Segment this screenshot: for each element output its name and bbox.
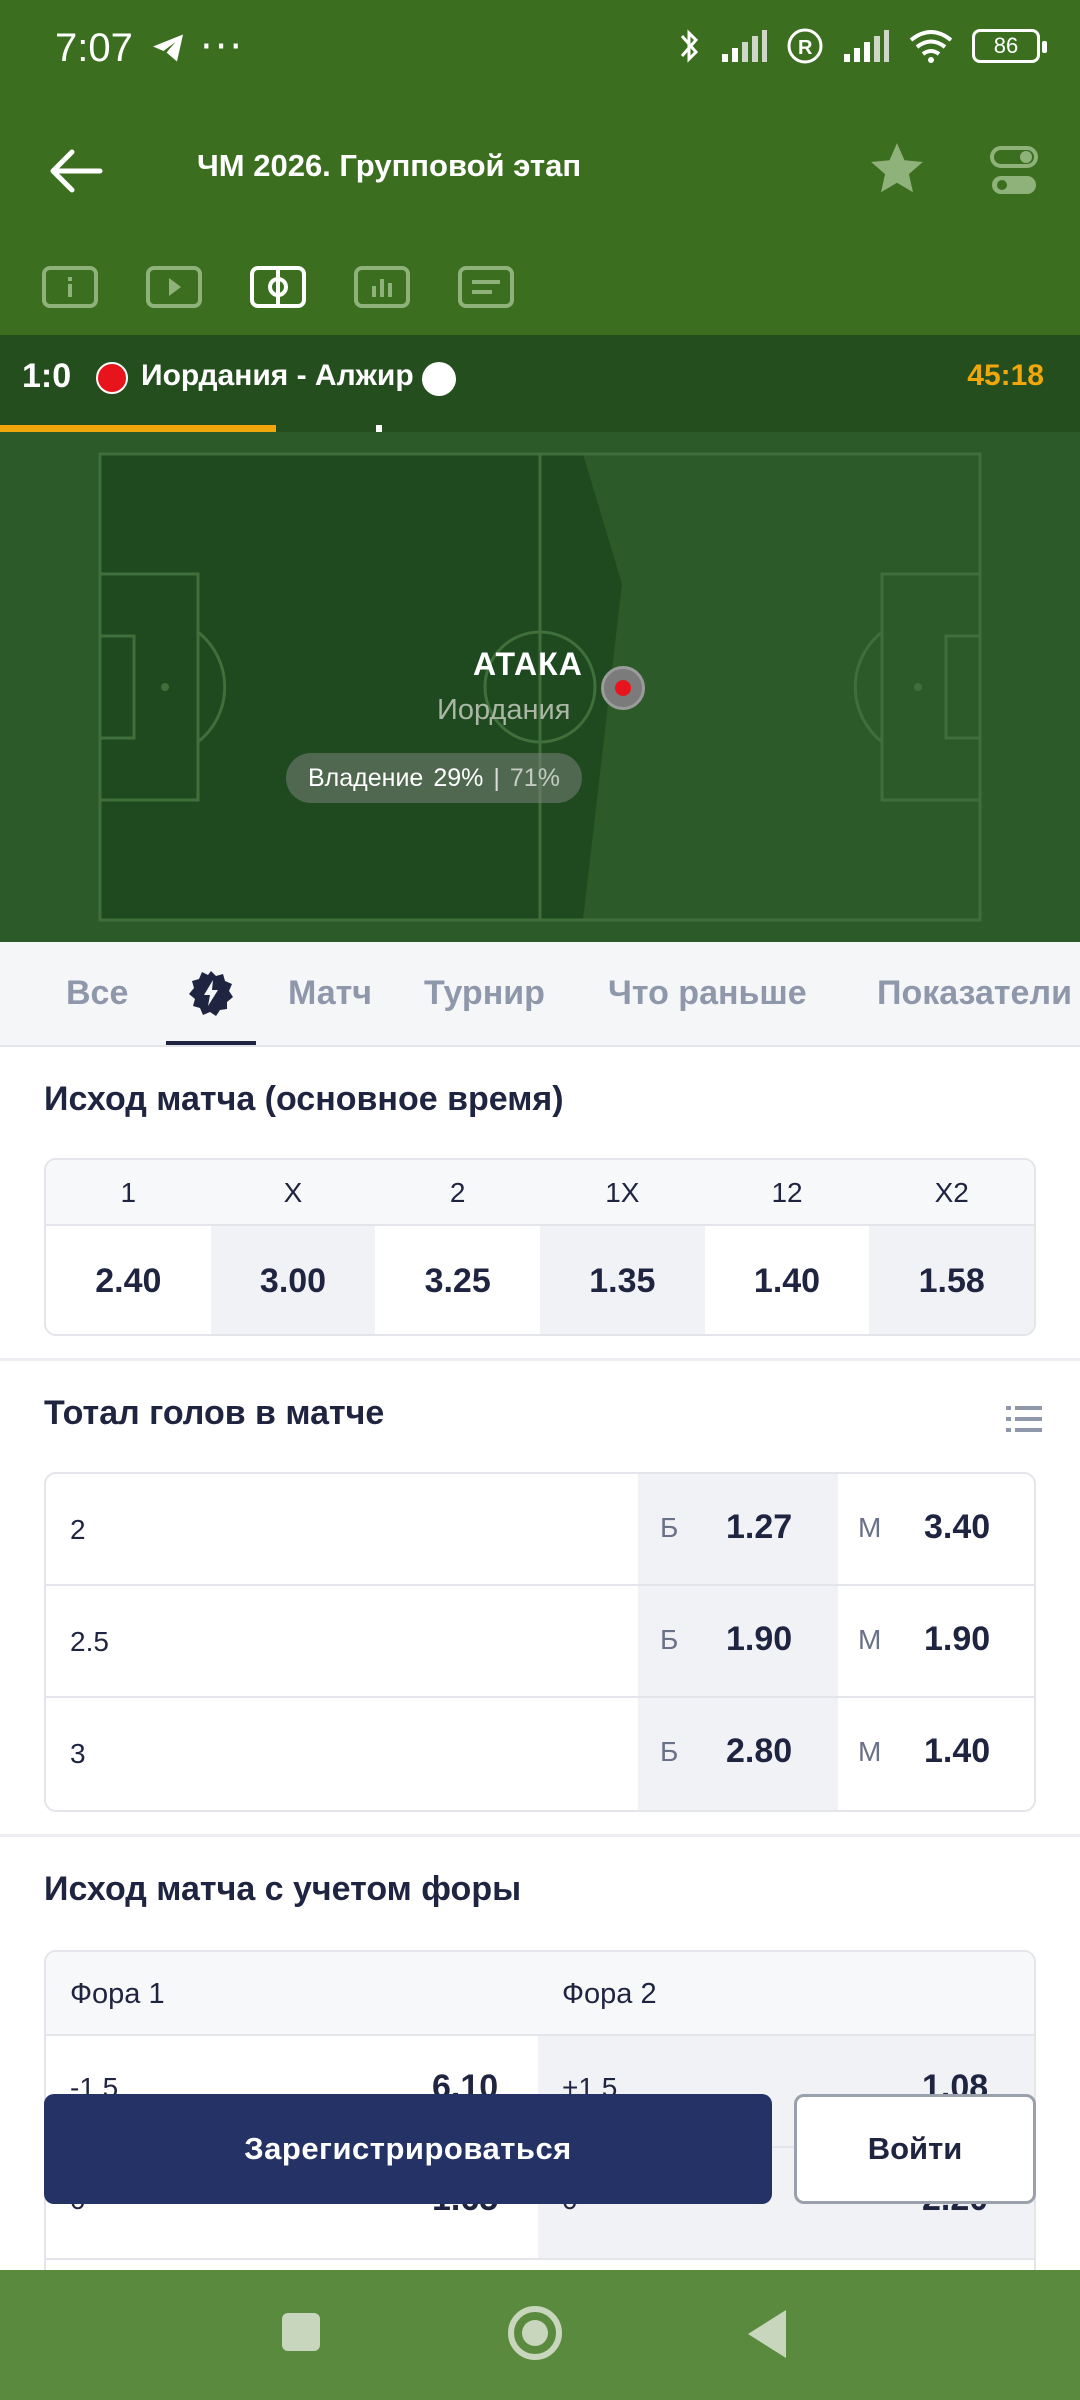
odds-button-12[interactable]: 1.40 [705, 1226, 870, 1334]
attack-team-name: Иордания [437, 694, 571, 726]
outcome-header: 12 [771, 1177, 803, 1208]
odds-button-2[interactable]: 3.25 [375, 1226, 540, 1334]
login-button[interactable]: Войти [794, 2094, 1036, 2204]
possession-away: 71% [509, 763, 560, 792]
list-view-icon[interactable] [1006, 1404, 1042, 1434]
score-bar[interactable]: 1:0 Иордания - Алжир 45:18 [0, 335, 1080, 425]
section-divider [0, 1358, 1080, 1361]
bolt-icon [189, 971, 233, 1016]
over-label: Б [660, 1624, 679, 1655]
possession-home: 29% [433, 763, 484, 792]
outcome-odds-row: 2.40 3.00 3.25 1.35 1.40 1.58 [46, 1226, 1034, 1334]
recent-apps-icon[interactable] [282, 2313, 320, 2351]
handicap-col-2: Фора 2 [562, 1978, 657, 2010]
total-line: 2.5 [70, 1626, 109, 1657]
tab-match[interactable]: Матч [288, 974, 372, 1013]
stats-icon[interactable] [354, 266, 410, 308]
under-label: М [858, 1624, 882, 1655]
over-label: Б [660, 1512, 679, 1543]
scoreboard-icon[interactable] [458, 266, 514, 308]
home-icon[interactable] [508, 2306, 562, 2360]
odds-button-1x[interactable]: 1.35 [540, 1226, 705, 1334]
outcome-header: X [283, 1177, 303, 1208]
total-line: 3 [70, 1738, 86, 1769]
telegram-icon [153, 34, 183, 62]
under-odds[interactable]: 1.90 [924, 1620, 990, 1659]
svg-text:R: R [798, 37, 813, 59]
over-label: Б [660, 1736, 679, 1767]
under-odds[interactable]: 3.40 [924, 1508, 990, 1547]
battery-icon: 86 [972, 29, 1047, 63]
under-odds[interactable]: 1.40 [924, 1732, 990, 1771]
over-odds[interactable]: 1.27 [726, 1508, 792, 1547]
market-tabs: Все Матч Турнир Что раньше Показатели [0, 942, 1080, 1047]
odds-button-x[interactable]: 3.00 [210, 1226, 376, 1334]
outcome-table: 1 X 2 1X 12 X2 2.40 3.00 3.25 1.35 1.40 … [44, 1158, 1036, 1336]
tab-all[interactable]: Все [66, 974, 128, 1013]
over-odds[interactable]: 2.80 [726, 1732, 792, 1771]
match-progress-fill [0, 425, 277, 432]
register-button[interactable]: Зарегистрироваться [44, 2094, 772, 2204]
match-score: 1:0 [22, 357, 72, 395]
status-time: 7:07 [55, 26, 133, 70]
page-title: ЧМ 2026. Групповой этап [197, 148, 582, 183]
totals-section-title: Тотал голов в матче [44, 1394, 385, 1432]
under-label: М [858, 1736, 882, 1767]
outcome-section-title: Исход матча (основное время) [44, 1080, 564, 1118]
tab-what-first[interactable]: Что раньше [608, 974, 807, 1013]
home-team-color-icon [96, 362, 128, 394]
match-teams: Иордания - Алжир [141, 359, 414, 392]
pitch-icon[interactable] [250, 266, 306, 308]
table-row: 2.5 Б 1.90 М 1.90 [46, 1586, 1034, 1698]
outcome-header: X2 [934, 1177, 969, 1208]
tab-indicators[interactable]: Показатели [877, 974, 1072, 1013]
back-icon[interactable] [748, 2310, 786, 2358]
signal-icon [722, 30, 767, 62]
under-label: М [858, 1512, 882, 1543]
mode-tabs [42, 266, 514, 308]
over-odds[interactable]: 1.90 [726, 1620, 792, 1659]
roaming-icon: R [787, 28, 823, 64]
total-line: 2 [70, 1514, 86, 1545]
attack-event-title: АТАКА [473, 646, 583, 682]
possession-badge: Владение 29% | 71% [286, 753, 582, 803]
section-divider [0, 1834, 1080, 1837]
app-header: ЧМ 2026. Групповой этап [0, 100, 1080, 335]
info-icon[interactable] [42, 266, 98, 308]
table-row: 3 Б 2.80 М 1.40 [46, 1698, 1034, 1810]
pitch-drawing [98, 452, 982, 922]
status-icons: R 86 [678, 26, 1047, 66]
system-nav-bar [0, 2270, 1080, 2400]
odds-button-x2[interactable]: 1.58 [869, 1226, 1034, 1334]
possession-label: Владение [308, 763, 424, 792]
match-progress-bar [0, 425, 1080, 432]
table-row: 2 Б 1.27 М 3.40 [46, 1474, 1034, 1586]
star-icon[interactable] [866, 138, 928, 200]
live-pitch: АТАКА Иордания Владение 29% | 71% [0, 432, 1080, 942]
tab-fast-bets[interactable] [166, 942, 256, 1045]
handicap-section-title: Исход матча с учетом форы [44, 1870, 522, 1908]
outcome-header-row: 1 X 2 1X 12 X2 [46, 1160, 1034, 1226]
wifi-icon [909, 30, 953, 63]
back-arrow-icon[interactable] [48, 146, 104, 196]
signal-icon [844, 30, 889, 62]
ball-position-icon [601, 666, 645, 710]
video-icon[interactable] [146, 266, 202, 308]
more-notifications-icon: ··· [200, 24, 245, 70]
status-bar: 7:07 ··· R 86 [0, 0, 1080, 100]
match-timer: 45:18 [967, 359, 1044, 392]
possession-separator: | [493, 763, 500, 792]
away-team-color-icon [422, 362, 456, 396]
handicap-header-row: Фора 1 Фора 2 [46, 1952, 1034, 2036]
outcome-header: 1 [120, 1177, 137, 1208]
outcome-header: 1X [605, 1177, 640, 1208]
handicap-col-1: Фора 1 [70, 1978, 165, 2010]
totals-table: 2 Б 1.27 М 3.40 2.5 Б 1.90 М 1.90 3 Б 2.… [44, 1472, 1036, 1812]
tab-tournament[interactable]: Турнир [424, 974, 545, 1013]
settings-toggle-icon[interactable] [990, 144, 1038, 198]
half-time-marker [376, 425, 382, 432]
odds-button-1[interactable]: 2.40 [46, 1226, 211, 1334]
bluetooth-icon [680, 29, 699, 63]
outcome-header: 2 [449, 1177, 466, 1208]
